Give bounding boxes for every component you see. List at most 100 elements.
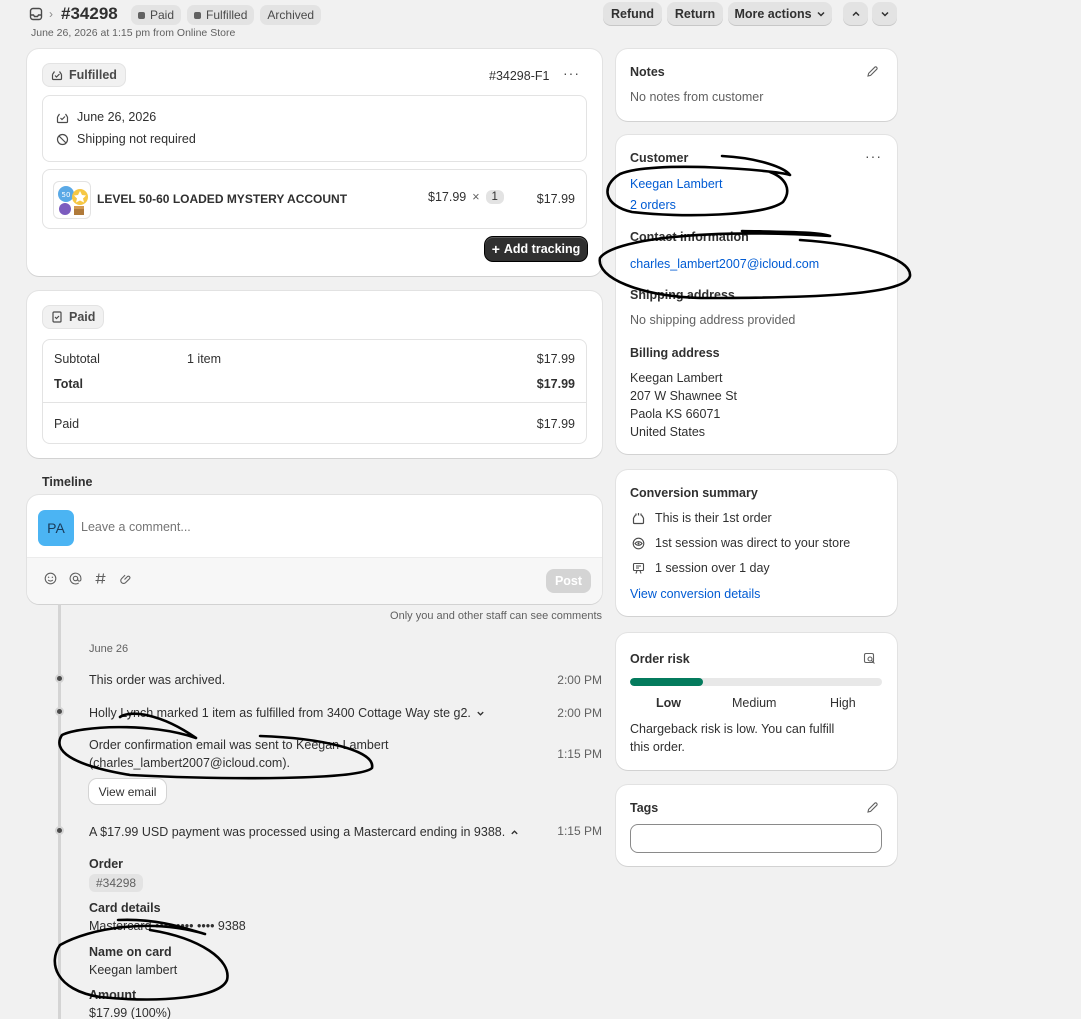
shipping-title: Shipping address xyxy=(630,288,735,302)
tags-card: Tags xyxy=(616,785,897,866)
risk-meter-fill xyxy=(630,678,704,686)
divider xyxy=(43,402,586,403)
post-button[interactable]: Post xyxy=(546,569,591,593)
payment-card: Paid Subtotal 1 item $17.99 Total $17.99… xyxy=(27,291,602,458)
hashtag-icon[interactable] xyxy=(94,572,107,585)
previous-order-button[interactable] xyxy=(843,2,868,26)
prohibited-icon xyxy=(56,133,69,145)
comment-input[interactable] xyxy=(81,515,561,539)
chevron-down-icon xyxy=(817,11,825,17)
add-tracking-button[interactable]: + Add tracking xyxy=(485,237,587,261)
billing-line: Paola KS 66071 xyxy=(630,407,721,421)
customer-title: Customer xyxy=(630,151,689,165)
customer-orders-link[interactable]: 2 orders xyxy=(630,198,676,212)
receipt-icon xyxy=(52,311,62,323)
line-item[interactable]: 50 LEVEL 50-60 LOADED MYSTERY ACCOUNT $1… xyxy=(42,169,587,229)
timeline-line xyxy=(58,604,61,1019)
price-quantity: $17.99 × 1 xyxy=(428,190,504,204)
archived-badge: Archived xyxy=(260,5,322,25)
chevron-up-icon[interactable] xyxy=(510,828,519,837)
conversion-item: 1st session was direct to your store xyxy=(655,536,851,550)
detail-card-label: Card details xyxy=(89,901,161,915)
customer-card: Customer ··· Keegan Lambert 2 orders Con… xyxy=(616,135,897,454)
order-icon xyxy=(632,512,645,524)
timeline-dot xyxy=(55,826,64,835)
edit-icon[interactable] xyxy=(866,65,879,78)
next-order-button[interactable] xyxy=(872,2,897,26)
timeline-event-expandable[interactable]: A $17.99 USD payment was processed using… xyxy=(89,825,519,839)
risk-title: Order risk xyxy=(630,652,690,666)
timeline-event-expandable[interactable]: Holly Lynch marked 1 item as fulfilled f… xyxy=(89,706,485,720)
risk-analysis-icon[interactable] xyxy=(863,652,876,665)
conversion-item: 1 session over 1 day xyxy=(655,561,770,575)
subtotal-value: $17.99 xyxy=(536,352,575,366)
emoji-icon[interactable] xyxy=(44,572,57,585)
customer-email-link[interactable]: charles_lambert2007@icloud.com xyxy=(630,257,819,271)
attachment-icon[interactable] xyxy=(119,572,132,585)
svg-text:50: 50 xyxy=(62,191,71,199)
notes-card: Notes No notes from customer xyxy=(616,49,897,121)
detail-amount-value: $17.99 (100%) xyxy=(89,1006,172,1019)
timeline-dot xyxy=(55,674,64,683)
view-email-button[interactable]: View email xyxy=(89,779,166,804)
subtotal-items: 1 item xyxy=(187,352,222,366)
fulfillment-menu-icon[interactable]: ··· xyxy=(563,65,580,81)
product-thumbnail[interactable]: 50 xyxy=(53,181,91,219)
tags-input[interactable] xyxy=(630,824,882,853)
paid-status-pill: Paid xyxy=(42,305,105,329)
comment-box: PA Post xyxy=(27,495,602,604)
timeline-time: 2:00 PM xyxy=(557,673,602,687)
risk-text: this order. xyxy=(630,740,685,754)
edit-icon[interactable] xyxy=(866,801,879,814)
total-label: Total xyxy=(54,377,83,391)
risk-card: Order risk Low Medium High Chargeback ri… xyxy=(616,633,897,770)
contact-title: Contact information xyxy=(630,230,749,244)
paid-badge: Paid xyxy=(131,5,182,25)
return-button[interactable]: Return xyxy=(667,2,723,26)
timeline-event: This order was archived. xyxy=(89,673,226,687)
billing-title: Billing address xyxy=(630,346,720,360)
more-actions-button[interactable]: More actions xyxy=(728,2,832,26)
orders-icon[interactable] xyxy=(29,7,43,21)
timeline-event-email: (charles_lambert2007@icloud.com). xyxy=(89,756,290,770)
conversion-title: Conversion summary xyxy=(630,486,758,500)
detail-amount-label: Amount xyxy=(89,988,137,1002)
plus-icon: + xyxy=(491,241,500,257)
calendar-check-icon xyxy=(56,113,69,123)
detail-name-label: Name on card xyxy=(89,945,172,959)
eye-icon xyxy=(632,537,645,549)
detail-name-value: Keegan lambert xyxy=(89,963,178,977)
customer-name-link[interactable]: Keegan Lambert xyxy=(630,177,722,191)
mention-icon[interactable] xyxy=(69,572,82,585)
timeline-date: June 26 xyxy=(89,643,129,655)
billing-line: United States xyxy=(630,425,706,439)
refund-button[interactable]: Refund xyxy=(603,2,662,26)
view-conversion-link[interactable]: View conversion details xyxy=(630,587,760,601)
billing-line: 207 W Shawnee St xyxy=(630,389,738,403)
customer-menu-icon[interactable]: ··· xyxy=(865,148,882,164)
timeline-time: 1:15 PM xyxy=(557,747,602,761)
avatar: PA xyxy=(38,510,74,546)
paid-value: $17.99 xyxy=(536,417,575,431)
quantity-badge: 1 xyxy=(485,190,504,204)
risk-high-label: High xyxy=(830,696,856,710)
tags-title: Tags xyxy=(630,801,659,815)
fulfilled-status-pill: Fulfilled xyxy=(42,63,126,87)
fulfilled-icon xyxy=(51,71,63,81)
order-badges: Paid Fulfilled Archived xyxy=(131,5,322,25)
product-title[interactable]: LEVEL 50-60 LOADED MYSTERY ACCOUNT xyxy=(97,192,347,206)
risk-text: Chargeback risk is low. You can fulfill xyxy=(630,722,835,736)
detail-order-value[interactable]: #34298 xyxy=(89,874,144,892)
fulfillment-date: June 26, 2026 xyxy=(77,110,157,124)
notes-text: No notes from customer xyxy=(630,90,764,104)
notes-title: Notes xyxy=(630,65,665,79)
timeline-dot xyxy=(55,707,64,716)
risk-low-label: Low xyxy=(656,696,681,710)
chevron-down-icon[interactable] xyxy=(476,709,485,718)
detail-card-value: Mastercard •••• •••• •••• 9388 xyxy=(89,919,246,933)
shipping-status: Shipping not required xyxy=(77,132,196,146)
timeline-event: Order confirmation email was sent to Kee… xyxy=(89,738,389,752)
comment-tools xyxy=(44,572,132,585)
risk-medium-label: Medium xyxy=(732,696,777,710)
chevron-up-icon xyxy=(851,11,860,17)
